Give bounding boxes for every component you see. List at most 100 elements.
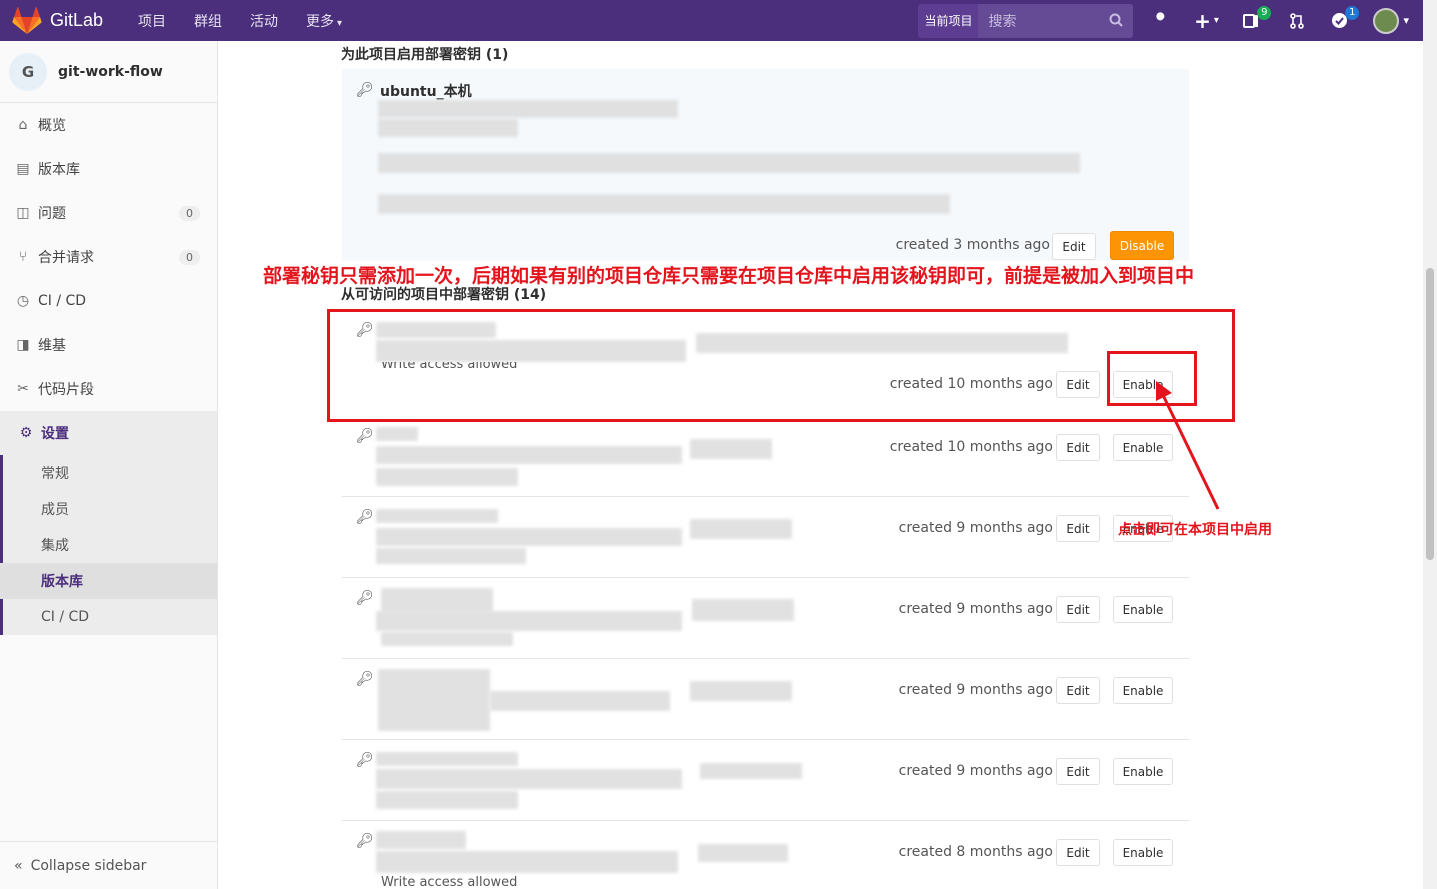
row-divider bbox=[342, 658, 1189, 659]
nav-more[interactable]: 更多 ▾ bbox=[306, 11, 342, 31]
redacted-text bbox=[381, 588, 493, 612]
redacted-text bbox=[376, 851, 678, 873]
sidebar-item-label: 设置 bbox=[41, 426, 69, 442]
row-divider bbox=[342, 496, 1189, 497]
write-access-label: Write access allowed bbox=[381, 875, 518, 889]
chevron-down-icon[interactable]: ▾ bbox=[1403, 14, 1409, 27]
edit-button[interactable]: Edit bbox=[1056, 758, 1100, 785]
edit-button[interactable]: Edit bbox=[1056, 839, 1100, 866]
edit-button[interactable]: Edit bbox=[1052, 233, 1096, 260]
key-icon: 🔑︎ bbox=[356, 428, 374, 444]
redacted-text bbox=[692, 599, 794, 621]
merge-requests-count: 0 bbox=[179, 249, 200, 265]
key-icon: 🔑︎ bbox=[356, 752, 374, 768]
row-divider bbox=[342, 820, 1189, 821]
scrollbar-thumb[interactable] bbox=[1426, 268, 1434, 560]
key-title: ubuntu_本机 bbox=[380, 84, 472, 100]
sidebar-item-cicd[interactable]: ◷ CI / CD bbox=[0, 279, 217, 323]
plus-icon[interactable]: + ▾ bbox=[1189, 9, 1223, 33]
user-avatar[interactable] bbox=[1373, 7, 1400, 34]
sidebar-item-label: 维基 bbox=[38, 338, 66, 354]
project-name: git-work-flow bbox=[58, 63, 163, 80]
sidebar-item-repository[interactable]: ▤ 版本库 bbox=[0, 147, 217, 191]
search-placeholder: 搜索 bbox=[988, 13, 1017, 30]
redacted-text bbox=[376, 446, 682, 464]
enable-button[interactable]: Enable bbox=[1113, 758, 1173, 785]
nav-groups[interactable]: 群组 bbox=[194, 11, 222, 31]
search-input[interactable]: 搜索 bbox=[978, 3, 1134, 38]
redacted-text bbox=[690, 439, 772, 459]
annotation-side-text: 点击即可在本项目中启用 bbox=[1118, 522, 1272, 538]
issues-count-badge: 9 bbox=[1257, 5, 1272, 20]
sidebar-item-merge-requests[interactable]: ⑂ 合并请求 0 bbox=[0, 235, 217, 279]
redacted-text bbox=[378, 119, 518, 137]
brand-name: GitLab bbox=[50, 10, 104, 30]
search-scope-badge[interactable]: 当前项目 bbox=[918, 3, 979, 38]
redacted-text bbox=[376, 831, 466, 849]
home-icon: ⌂ bbox=[18, 117, 28, 133]
key-icon: 🔑︎ bbox=[356, 671, 374, 687]
sidebar-project-header[interactable]: G git-work-flow bbox=[0, 41, 217, 103]
sidebar-item-label: 问题 bbox=[38, 206, 66, 222]
redacted-text bbox=[378, 194, 950, 214]
sidebar-sub-cicd[interactable]: CI / CD bbox=[3, 599, 217, 635]
key-icon: 🔑︎ bbox=[356, 590, 374, 606]
edit-button[interactable]: Edit bbox=[1056, 515, 1100, 542]
sidebar-item-wiki[interactable]: ◨ 维基 bbox=[0, 323, 217, 367]
sidebar-item-issues[interactable]: ◫ 问题 0 bbox=[0, 191, 217, 235]
key-icon: 🔑︎ bbox=[356, 833, 374, 849]
row-divider bbox=[342, 739, 1189, 740]
issues-nav-icon[interactable]: 9 bbox=[1241, 5, 1272, 31]
merge-request-nav-icon[interactable] bbox=[1287, 11, 1307, 31]
project-avatar: G bbox=[9, 52, 47, 91]
enable-button[interactable]: Enable bbox=[1113, 839, 1173, 866]
sidebar-item-label: 代码片段 bbox=[38, 382, 94, 398]
settings-section: ⚙ 设置 常规 成员 集成 版本库 CI / CD bbox=[0, 411, 217, 635]
sidebar-sub-integrations[interactable]: 集成 bbox=[3, 527, 217, 563]
enable-button[interactable]: Enable bbox=[1113, 677, 1173, 704]
edit-button[interactable]: Edit bbox=[1056, 596, 1100, 623]
enable-button[interactable]: Enable bbox=[1113, 596, 1173, 623]
redacted-text bbox=[376, 427, 418, 441]
redacted-text bbox=[376, 548, 526, 564]
chevron-down-icon: ▾ bbox=[337, 17, 343, 29]
enabled-keys-title: 为此项目启用部署密钥 (1) bbox=[341, 47, 509, 63]
enabled-key-row: 🔑︎ ubuntu_本机 created 3 months ago Edit D… bbox=[342, 69, 1189, 261]
redacted-text bbox=[376, 528, 682, 546]
sidebar-sub-members[interactable]: 成员 bbox=[3, 491, 217, 527]
created-time: created 9 months ago bbox=[898, 520, 1053, 536]
gitlab-brand[interactable]: GitLab bbox=[12, 6, 124, 35]
created-time: created 9 months ago bbox=[898, 682, 1053, 698]
redacted-text bbox=[381, 632, 513, 646]
sidebar-item-overview[interactable]: ⌂ 概览 bbox=[0, 103, 217, 147]
redacted-text bbox=[376, 468, 518, 486]
created-time: created 10 months ago bbox=[889, 439, 1053, 455]
nav-activity[interactable]: 活动 bbox=[250, 11, 278, 31]
redacted-text bbox=[690, 681, 792, 701]
collapse-sidebar-button[interactable]: « Collapse sidebar bbox=[0, 841, 217, 889]
available-keys-title: 从可访问的项目中部署密钥 (14) bbox=[341, 287, 547, 303]
created-time: created 8 months ago bbox=[898, 844, 1053, 860]
todos-nav-icon[interactable]: 1 bbox=[1329, 5, 1360, 31]
redacted-text bbox=[490, 691, 670, 711]
wrench-icon[interactable] bbox=[1151, 11, 1171, 31]
edit-button[interactable]: Edit bbox=[1056, 677, 1100, 704]
disable-button[interactable]: Disable bbox=[1110, 231, 1174, 260]
sidebar-item-snippets[interactable]: ✂ 代码片段 bbox=[0, 367, 217, 411]
gitlab-logo-icon bbox=[12, 6, 42, 34]
created-time: created 9 months ago bbox=[898, 763, 1053, 779]
sidebar-sub-repository[interactable]: 版本库 bbox=[0, 563, 217, 599]
main-content: 为此项目启用部署密钥 (1) 🔑︎ ubuntu_本机 created 3 mo… bbox=[218, 41, 1423, 889]
redacted-text bbox=[376, 509, 498, 523]
redacted-text bbox=[690, 519, 792, 539]
sidebar-sub-general[interactable]: 常规 bbox=[3, 455, 217, 491]
page-scrollbar[interactable] bbox=[1423, 0, 1437, 889]
redacted-text bbox=[378, 669, 490, 731]
sidebar-item-settings[interactable]: ⚙ 设置 bbox=[0, 411, 217, 455]
project-sidebar: G git-work-flow ⌂ 概览 ▤ 版本库 ◫ 问题 0 ⑂ 合并请求… bbox=[0, 41, 218, 889]
scissors-icon: ✂ bbox=[17, 381, 29, 397]
edit-button[interactable]: Edit bbox=[1056, 434, 1100, 461]
annotation-arrow bbox=[1156, 381, 1220, 510]
todos-count-badge: 1 bbox=[1345, 5, 1360, 20]
nav-projects[interactable]: 项目 bbox=[138, 11, 166, 31]
